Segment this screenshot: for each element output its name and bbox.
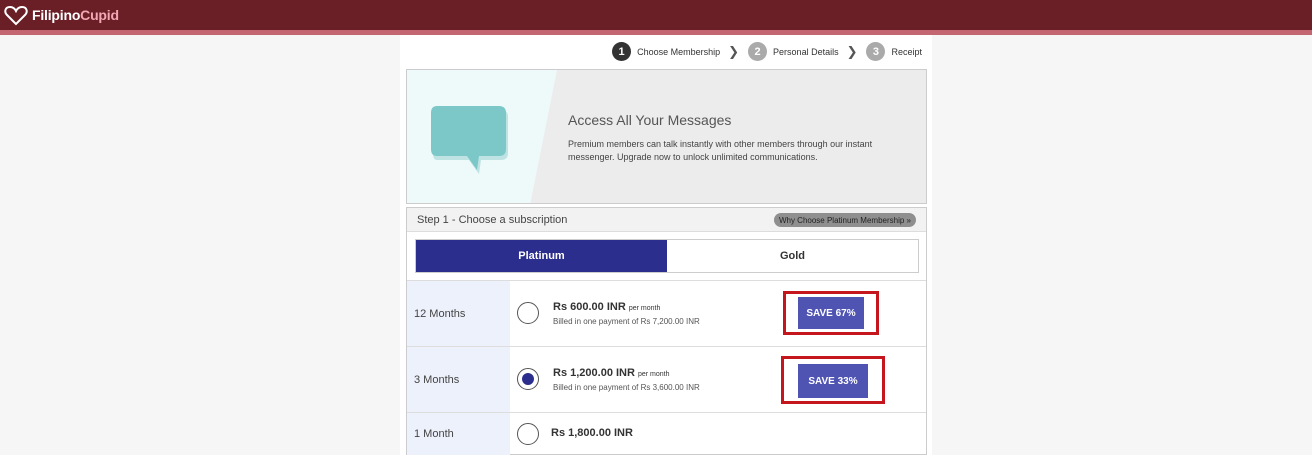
step-choose-membership: 1 Choose Membership — [612, 42, 720, 61]
subscription-card: Step 1 - Choose a subscription Why Choos… — [406, 207, 927, 455]
tab-platinum[interactable]: Platinum — [416, 240, 667, 272]
plan-row-12-months[interactable]: 12 Months Rs 600.00 INR per month Billed… — [407, 280, 926, 346]
subscription-header: Step 1 - Choose a subscription Why Choos… — [407, 208, 926, 232]
step-number: 2 — [748, 42, 768, 61]
feature-banner: Access All Your Messages Premium members… — [406, 69, 927, 204]
step-number: 3 — [866, 42, 886, 61]
subscription-title: Step 1 - Choose a subscription — [417, 214, 568, 226]
chevron-right-icon: ❯ — [728, 43, 740, 59]
save-highlight: SAVE 33% — [781, 356, 885, 404]
banner-description: Premium members can talk instantly with … — [568, 139, 873, 162]
step-number: 1 — [612, 42, 632, 61]
heart-logo-icon — [4, 5, 28, 26]
plan-billing-note: Billed in one payment of Rs 3,600.00 INR — [553, 383, 700, 392]
brand-name: FilipinoCupid — [32, 7, 119, 23]
plan-duration: 3 Months — [407, 347, 510, 412]
plan-price: Rs 600.00 INR per month — [553, 301, 661, 313]
plan-price: Rs 1,800.00 INR — [551, 427, 633, 439]
plan-radio[interactable] — [517, 302, 539, 324]
why-platinum-button[interactable]: Why Choose Platinum Membership » — [773, 213, 916, 227]
save-highlight: SAVE 67% — [783, 291, 879, 335]
plan-row-1-month[interactable]: 1 Month Rs 1,800.00 INR — [407, 412, 926, 455]
plan-radio-selected[interactable] — [517, 368, 539, 390]
save-badge[interactable]: SAVE 33% — [798, 364, 868, 398]
logo[interactable]: FilipinoCupid — [4, 4, 119, 26]
chat-bubble-icon — [431, 106, 508, 174]
progress-steps: 1 Choose Membership ❯ 2 Personal Details… — [612, 42, 922, 61]
plan-billing-note: Billed in one payment of Rs 7,200.00 INR — [553, 317, 700, 326]
save-badge[interactable]: SAVE 67% — [798, 297, 864, 329]
tab-gold[interactable]: Gold — [667, 240, 918, 272]
step-label: Personal Details — [773, 46, 839, 57]
plan-price: Rs 1,200.00 INR per month — [553, 367, 670, 379]
plan-duration: 1 Month — [407, 413, 510, 455]
chevron-right-icon: ❯ — [846, 43, 858, 59]
top-bar: FilipinoCupid — [0, 0, 1312, 30]
step-personal-details: 2 Personal Details — [748, 42, 839, 61]
step-label: Receipt — [891, 46, 922, 57]
step-label: Choose Membership — [637, 46, 721, 57]
membership-page: 1 Choose Membership ❯ 2 Personal Details… — [400, 35, 932, 455]
plan-duration: 12 Months — [407, 281, 510, 346]
banner-title: Access All Your Messages — [568, 112, 732, 128]
plan-radio[interactable] — [517, 423, 539, 445]
membership-tabs: Platinum Gold — [415, 239, 919, 273]
step-receipt: 3 Receipt — [866, 42, 922, 61]
plan-row-3-months[interactable]: 3 Months Rs 1,200.00 INR per month Bille… — [407, 346, 926, 412]
